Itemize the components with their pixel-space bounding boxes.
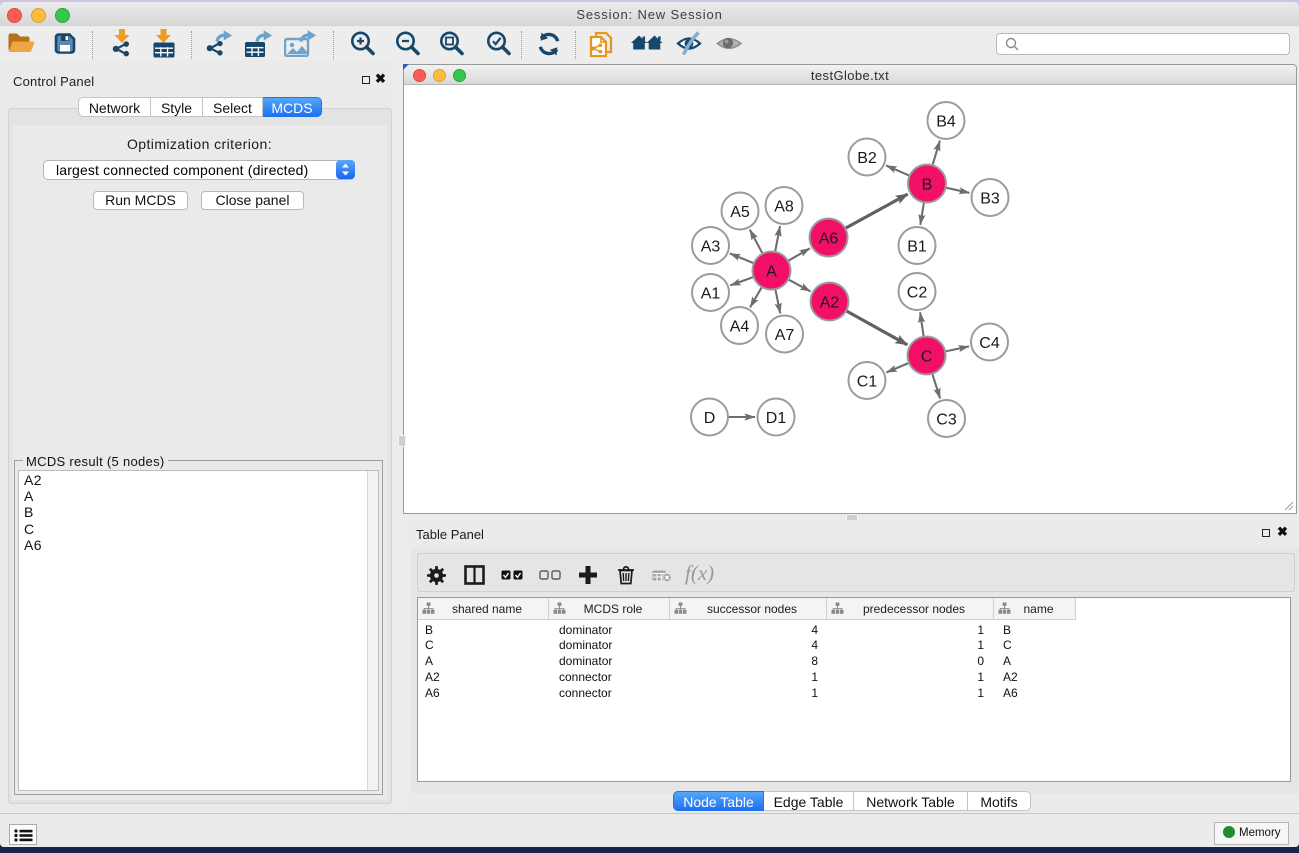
svg-text:A8: A8: [774, 198, 794, 215]
svg-text:A2: A2: [820, 294, 840, 311]
svg-text:D: D: [704, 410, 716, 427]
svg-text:C1: C1: [857, 373, 878, 390]
svg-text:D1: D1: [766, 410, 787, 427]
svg-text:B2: B2: [857, 150, 877, 167]
svg-text:C2: C2: [907, 284, 928, 301]
svg-text:B1: B1: [907, 238, 927, 255]
svg-text:B: B: [922, 176, 933, 193]
svg-text:C: C: [921, 348, 933, 365]
svg-text:C3: C3: [936, 411, 957, 428]
svg-text:B3: B3: [980, 190, 1000, 207]
svg-text:A7: A7: [775, 327, 795, 344]
svg-text:A1: A1: [701, 285, 721, 302]
svg-text:B4: B4: [936, 113, 956, 130]
svg-text:A4: A4: [730, 318, 750, 335]
svg-text:A3: A3: [701, 238, 721, 255]
svg-text:A: A: [766, 263, 777, 280]
svg-text:C4: C4: [979, 335, 1000, 352]
svg-text:A5: A5: [730, 204, 750, 221]
svg-text:A6: A6: [819, 230, 839, 247]
